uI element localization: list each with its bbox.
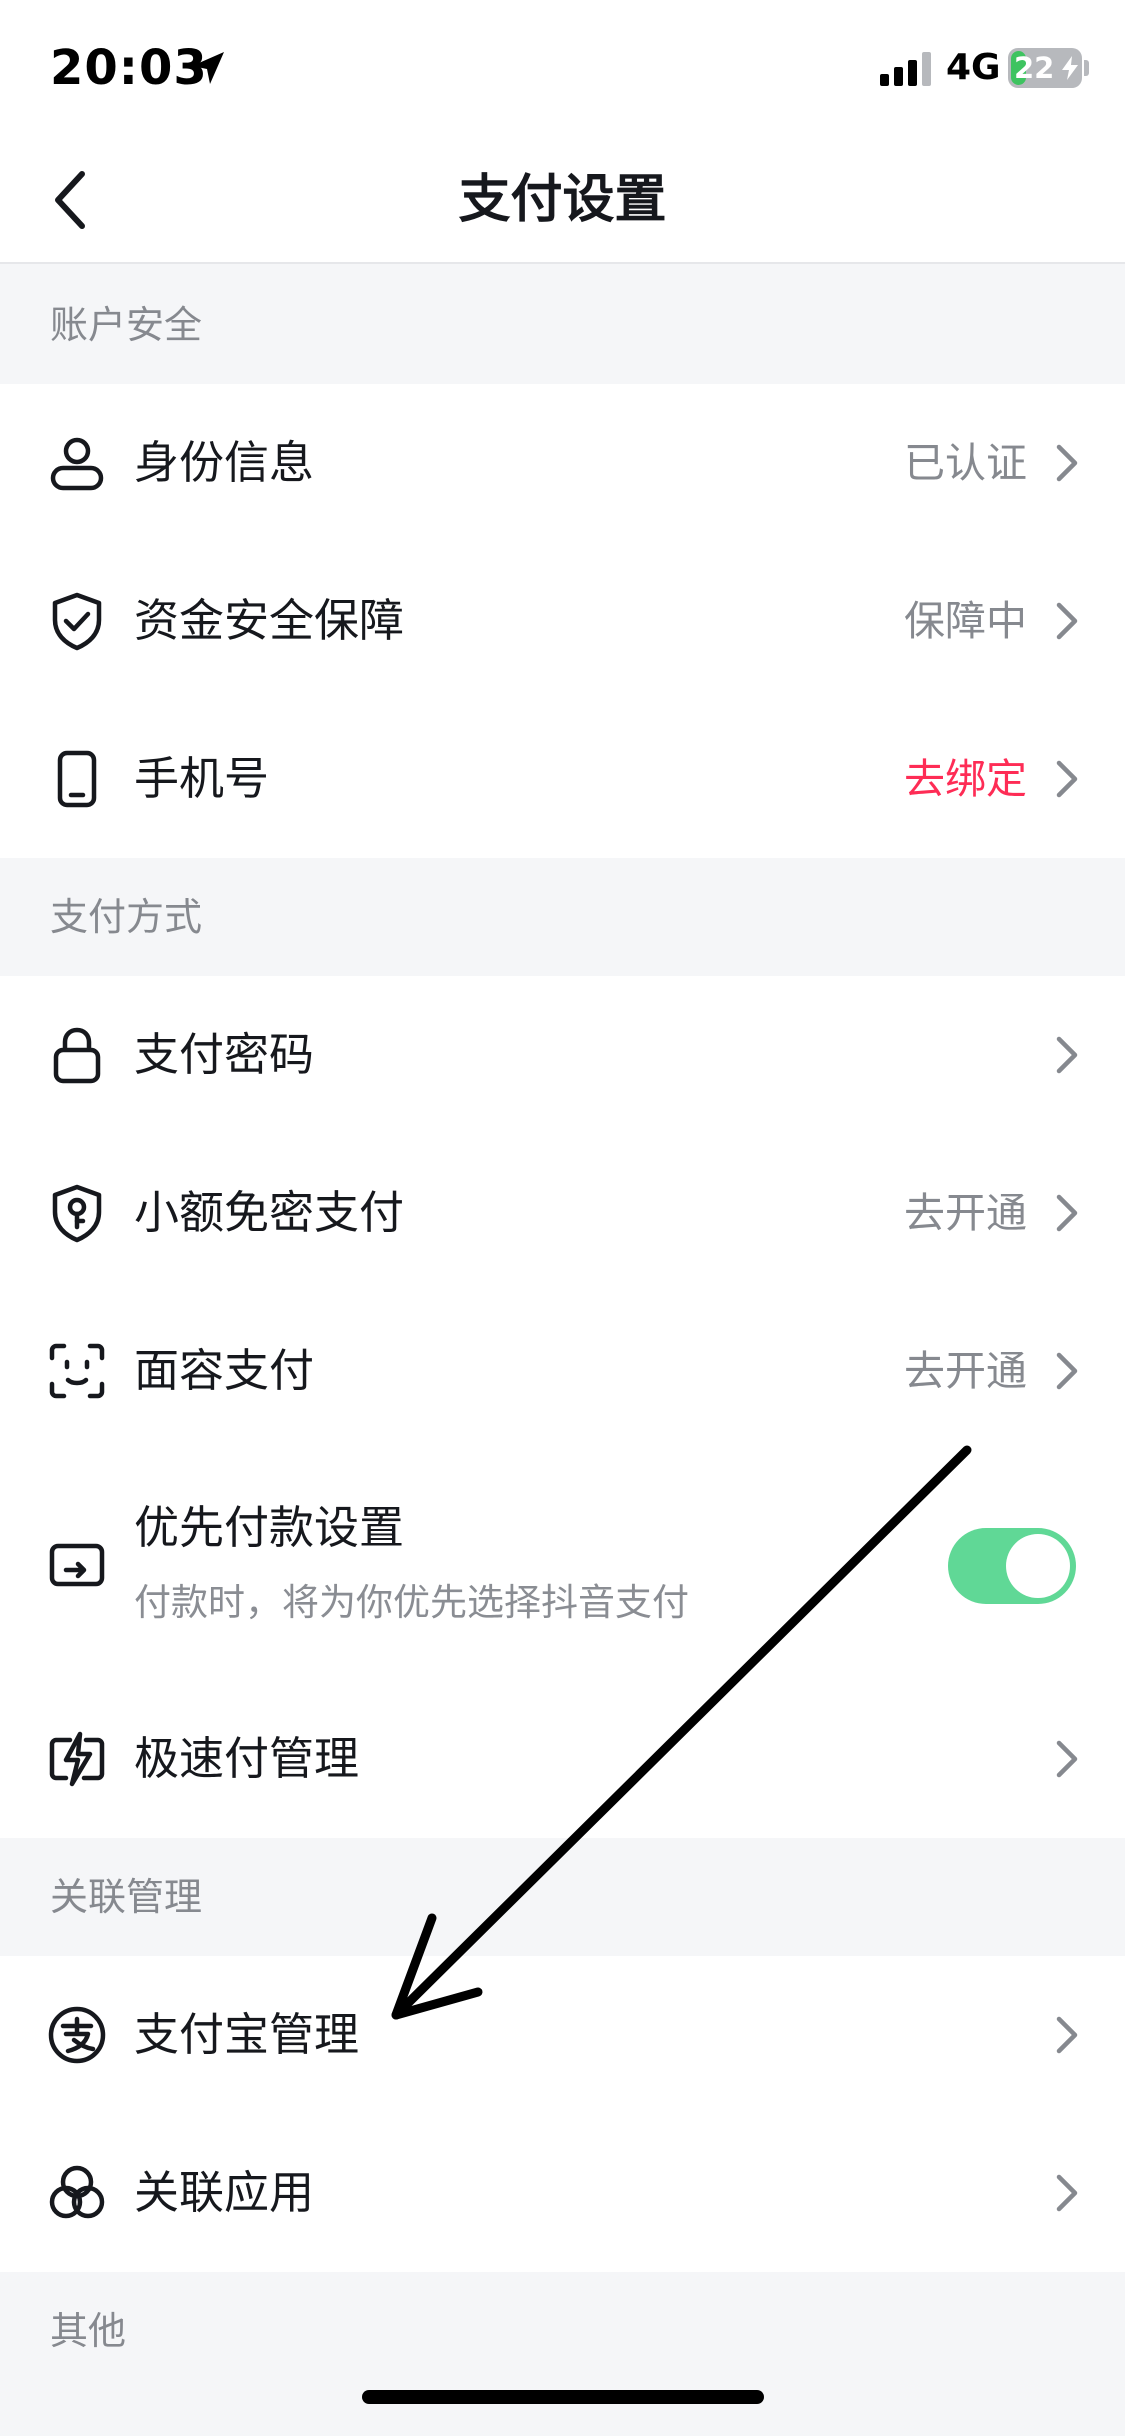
- row-priority-payment-label: 优先付款设置: [134, 1501, 405, 1554]
- battery-charging-icon: 22: [1008, 48, 1082, 88]
- home-indicator[interactable]: [362, 2390, 764, 2404]
- priority-payment-toggle[interactable]: [948, 1528, 1076, 1604]
- row-small-password-free-label: 小额免密支付: [134, 1186, 405, 1239]
- row-payment-password[interactable]: 支付密码: [0, 976, 1125, 1134]
- page-title: 支付设置: [458, 170, 667, 230]
- chevron-right-icon: [1056, 1352, 1078, 1390]
- charging-bolt-icon: [1062, 56, 1078, 80]
- row-priority-payment-subtitle: 付款时，将为你优先选择抖音支付: [134, 1581, 689, 1624]
- chevron-right-icon: [1056, 1036, 1078, 1074]
- row-phone-label: 手机号: [134, 752, 270, 805]
- alipay-icon: [48, 2006, 106, 2064]
- lightning-card-icon: [49, 1731, 105, 1787]
- row-fund-safety[interactable]: 资金安全保障 保障中: [0, 542, 1125, 700]
- row-express-pay[interactable]: 极速付管理: [0, 1680, 1125, 1838]
- row-phone[interactable]: 手机号 去绑定: [0, 700, 1125, 858]
- section-header-account-security: 账户安全: [0, 266, 1125, 384]
- signal-bars-icon: [880, 52, 931, 86]
- location-arrow-icon: [192, 52, 224, 84]
- row-face-pay-value: 去开通: [904, 1347, 1027, 1395]
- chevron-right-icon: [1056, 2016, 1078, 2054]
- status-bar: 20:03 4G 22: [0, 0, 1125, 136]
- phone-icon: [57, 750, 97, 808]
- linked-circles-icon: [49, 2165, 105, 2219]
- status-time: 20:03: [50, 40, 208, 96]
- row-face-pay-label: 面容支付: [134, 1344, 315, 1397]
- row-fund-safety-value: 保障中: [904, 597, 1027, 645]
- nav-bar: 支付设置: [0, 136, 1125, 264]
- back-button[interactable]: [36, 160, 116, 240]
- row-identity[interactable]: 身份信息 已认证: [0, 384, 1125, 542]
- shield-check-icon: [52, 592, 102, 651]
- payment-methods-group: 支付密码 小额免密支付 去开通 面容支付 去开通 优先付款设置 付款时，将为你优…: [0, 976, 1125, 1838]
- row-face-pay[interactable]: 面容支付 去开通: [0, 1292, 1125, 1450]
- person-icon: [50, 437, 104, 491]
- chevron-left-icon: [55, 171, 85, 229]
- chevron-right-icon: [1056, 1740, 1078, 1778]
- account-security-group: 身份信息 已认证 资金安全保障 保障中 手机号 去绑定: [0, 384, 1125, 858]
- chevron-right-icon: [1056, 2174, 1078, 2212]
- row-payment-password-label: 支付密码: [134, 1028, 315, 1081]
- battery-cap: [1084, 60, 1089, 76]
- row-express-pay-label: 极速付管理: [134, 1732, 360, 1785]
- row-small-password-free[interactable]: 小额免密支付 去开通: [0, 1134, 1125, 1292]
- section-header-other: 其他: [0, 2272, 1125, 2390]
- row-phone-value: 去绑定: [904, 755, 1027, 803]
- chevron-right-icon: [1056, 1194, 1078, 1232]
- row-fund-safety-label: 资金安全保障: [134, 594, 405, 647]
- row-linked-apps[interactable]: 关联应用: [0, 2114, 1125, 2272]
- payment-settings-screen: 20:03 4G 22 支付设置 账户安全 身份信息 已认证 资金安全保障 保障…: [0, 0, 1125, 2436]
- row-identity-label: 身份信息: [134, 436, 315, 489]
- network-label: 4G: [946, 47, 1001, 88]
- row-priority-payment: 优先付款设置 付款时，将为你优先选择抖音支付: [0, 1450, 1125, 1680]
- card-arrow-icon: [49, 1543, 105, 1587]
- row-linked-apps-label: 关联应用: [134, 2166, 315, 2219]
- chevron-right-icon: [1056, 444, 1078, 482]
- chevron-right-icon: [1056, 602, 1078, 640]
- section-header-payment-methods: 支付方式: [0, 858, 1125, 976]
- row-identity-value: 已认证: [904, 439, 1027, 487]
- lock-icon: [53, 1027, 101, 1084]
- row-alipay-management-label: 支付宝管理: [134, 2008, 360, 2061]
- toggle-knob: [1006, 1534, 1070, 1598]
- face-id-icon: [49, 1343, 105, 1399]
- row-small-password-free-value: 去开通: [904, 1189, 1027, 1237]
- row-alipay-management[interactable]: 支付宝管理: [0, 1956, 1125, 2114]
- linked-management-group: 支付宝管理 关联应用: [0, 1956, 1125, 2272]
- shield-key-icon: [52, 1184, 102, 1243]
- battery-level: 22: [1014, 51, 1055, 85]
- section-header-linked-management: 关联管理: [0, 1838, 1125, 1956]
- chevron-right-icon: [1056, 760, 1078, 798]
